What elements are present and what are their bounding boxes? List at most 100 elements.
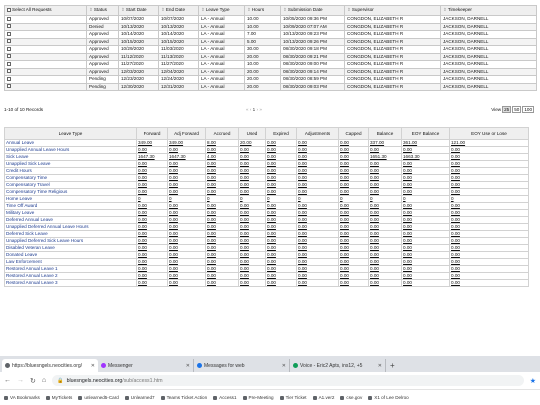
balance-value[interactable]: 0.00 <box>205 174 239 182</box>
balance-value[interactable]: 0 <box>338 195 369 203</box>
balance-value[interactable]: 0.00 <box>368 230 402 238</box>
balance-value[interactable]: 0.00 <box>338 279 369 287</box>
balance-value[interactable]: 1647.30 <box>136 153 168 161</box>
balance-value[interactable]: 0.00 <box>205 244 239 252</box>
balance-value[interactable]: 0.00 <box>238 181 266 189</box>
balance-value[interactable]: 0.00 <box>238 216 266 224</box>
balance-value[interactable]: 0 <box>238 195 266 203</box>
balance-value[interactable]: 0 <box>265 195 297 203</box>
row-select-cell[interactable] <box>4 15 87 24</box>
view-option-25[interactable]: 25 <box>502 106 512 113</box>
balance-value[interactable]: 0.00 <box>136 272 168 280</box>
balance-value[interactable]: 0.00 <box>401 202 450 210</box>
row-checkbox[interactable] <box>7 31 11 36</box>
balance-value[interactable]: 0.00 <box>136 279 168 287</box>
balance-value[interactable]: 0.00 <box>449 272 529 280</box>
balance-value[interactable]: 0.00 <box>401 216 450 224</box>
request-row[interactable]: Approved 10/14/2020 10/14/2020 LA - Annual 7… <box>4 30 537 39</box>
balance-value[interactable]: 0 <box>136 195 168 203</box>
request-row[interactable]: Approved 11/27/2020 11/27/2020 LA - Annual 1… <box>4 60 537 69</box>
balance-value[interactable]: 0.00 <box>449 174 529 182</box>
balance-value[interactable]: 0.00 <box>338 272 369 280</box>
balance-value[interactable]: 0.00 <box>296 153 339 161</box>
balance-value[interactable]: 0.00 <box>368 167 402 175</box>
balance-value[interactable]: 0.00 <box>238 265 266 273</box>
balance-value[interactable]: 0.00 <box>338 244 369 252</box>
balance-value[interactable]: 0.00 <box>167 216 206 224</box>
balance-value[interactable]: 0.00 <box>265 160 297 168</box>
balance-value[interactable]: 0.00 <box>401 237 450 245</box>
balance-value[interactable]: 0.00 <box>296 230 339 238</box>
balance-value[interactable]: 0.00 <box>296 181 339 189</box>
balance-value[interactable]: 0.00 <box>238 209 266 217</box>
balance-value[interactable]: 0.00 <box>449 153 529 161</box>
balance-value[interactable]: 0.00 <box>401 244 450 252</box>
row-checkbox[interactable] <box>7 84 11 89</box>
balance-value[interactable]: 0.00 <box>265 167 297 175</box>
balance-value[interactable]: 0.00 <box>368 223 402 231</box>
request-row[interactable]: Denied 10/13/2020 10/13/2020 LA - Annual 10.… <box>4 22 537 31</box>
request-row[interactable]: Approved 11/12/2020 11/13/2020 LA - Annual 2… <box>4 52 537 61</box>
balance-value[interactable]: 1663.30 <box>401 153 450 161</box>
balance-value[interactable]: 0.00 <box>205 230 239 238</box>
balance-value[interactable]: 0.00 <box>296 244 339 252</box>
balance-value[interactable]: 0.00 <box>265 279 297 287</box>
reload-icon[interactable]: ↻ <box>30 377 36 385</box>
balance-value[interactable]: 0.00 <box>205 146 239 154</box>
balance-value[interactable]: 0.00 <box>167 237 206 245</box>
bookmark-item[interactable]: VA Bookmarks <box>4 395 40 400</box>
hours-header[interactable]: ⇕Hours <box>244 5 281 16</box>
balance-value[interactable]: 0.00 <box>449 209 529 217</box>
balance-value[interactable]: 0.00 <box>167 279 206 287</box>
leave-type-header[interactable]: ⇕Leave Type <box>198 5 245 16</box>
balance-value[interactable]: 0.00 <box>136 223 168 231</box>
request-row[interactable]: Pending 12/23/2020 12/24/2020 LA - Annual 20… <box>4 75 537 84</box>
balance-value[interactable]: 0.00 <box>296 223 339 231</box>
bookmark-item[interactable]: Pre-Meeting <box>242 395 274 400</box>
balance-value[interactable]: 0.00 <box>136 244 168 252</box>
balance-value[interactable]: 0.00 <box>136 174 168 182</box>
balance-value[interactable]: 0 <box>368 195 402 203</box>
row-checkbox[interactable] <box>7 69 11 74</box>
row-checkbox[interactable] <box>7 24 11 29</box>
balance-value[interactable]: 0.00 <box>338 230 369 238</box>
balance-value[interactable]: 0.00 <box>205 258 239 266</box>
bookmark-item[interactable]: Teams Ticket Action <box>160 395 207 400</box>
row-checkbox[interactable] <box>7 54 11 59</box>
close-tab-icon[interactable]: ✕ <box>378 363 382 369</box>
balance-value[interactable]: 0.00 <box>205 209 239 217</box>
select-all-header[interactable]: Select All Requests <box>4 5 87 16</box>
balance-value[interactable]: 0 <box>205 195 239 203</box>
current-page[interactable]: 1 <box>253 107 256 112</box>
balance-value[interactable]: 0.00 <box>238 237 266 245</box>
balance-value[interactable]: 0.00 <box>449 230 529 238</box>
balance-value[interactable]: 0.00 <box>401 230 450 238</box>
balance-value[interactable]: 0.00 <box>338 258 369 266</box>
row-select-cell[interactable] <box>4 60 87 69</box>
row-checkbox[interactable] <box>7 76 11 81</box>
supervisor-header[interactable]: ⇕Supervisor <box>344 5 441 16</box>
bookmark-item[interactable]: X1 of Lee Delroo <box>368 395 409 400</box>
balance-value[interactable]: 0.00 <box>265 202 297 210</box>
balance-value[interactable]: 0.00 <box>449 202 529 210</box>
balance-value[interactable]: 0.00 <box>136 230 168 238</box>
balance-value[interactable]: 0.00 <box>238 188 266 196</box>
balance-value[interactable]: 0.00 <box>238 251 266 259</box>
balance-value[interactable]: 0.00 <box>265 188 297 196</box>
row-select-cell[interactable] <box>4 82 87 91</box>
address-bar[interactable]: 🔒 bluesngels.neocities.org/sub/access1.h… <box>52 375 524 386</box>
balance-value[interactable]: 0.00 <box>238 146 266 154</box>
balance-value[interactable]: 0.00 <box>136 265 168 273</box>
balance-value[interactable]: 0.00 <box>265 216 297 224</box>
request-row[interactable]: Approved 12/03/2020 12/04/2020 LA - Annual 2… <box>4 67 537 76</box>
row-select-cell[interactable] <box>4 67 87 76</box>
bookmark-item[interactable]: unlearned5-Card <box>78 395 119 400</box>
close-tab-icon[interactable]: ✕ <box>282 363 286 369</box>
balance-value[interactable]: 0.00 <box>401 146 450 154</box>
balance-value[interactable]: 0.00 <box>136 167 168 175</box>
bookmark-item[interactable]: A1.ver2 <box>312 395 334 400</box>
balance-value[interactable]: 0.00 <box>167 202 206 210</box>
balance-value[interactable]: 0.00 <box>167 167 206 175</box>
balance-value[interactable]: 0.00 <box>449 146 529 154</box>
balance-value[interactable]: 0.00 <box>401 258 450 266</box>
